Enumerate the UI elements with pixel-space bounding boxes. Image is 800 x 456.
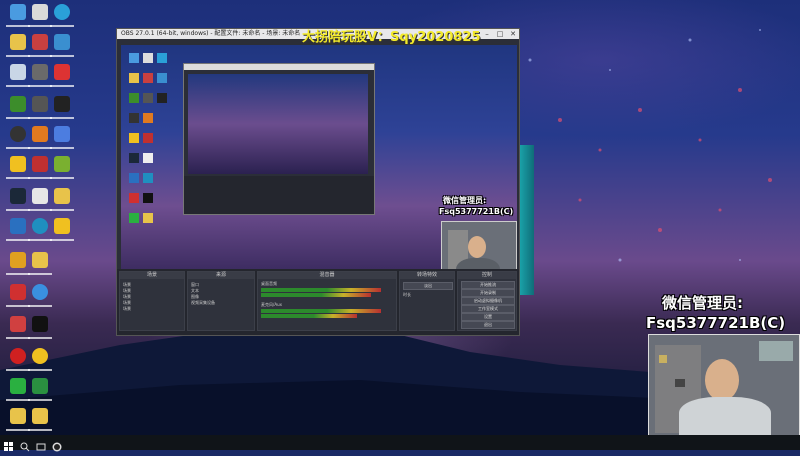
audio-meter-desktop xyxy=(261,288,381,292)
sources-dock-title: 来源 xyxy=(188,272,254,279)
nested-obs-preview xyxy=(183,63,375,215)
preview-wechat-id: Fsq5377721B(C) xyxy=(439,207,514,216)
transitions-dock[interactable]: 转场特效 淡出 时长 xyxy=(399,271,455,331)
preview-wechat-label: 微信管理员: xyxy=(443,196,487,205)
taskbar xyxy=(0,435,800,452)
scenes-dock[interactable]: 场景 场景 场景 场景 场景 场景 xyxy=(119,271,185,331)
minimize-icon[interactable]: – xyxy=(481,29,493,39)
mixer-dock[interactable]: 混音器 桌面音频 麦克风/Aux xyxy=(257,271,397,331)
duration-label: 时长 xyxy=(403,292,411,297)
webcam-overlay xyxy=(648,334,800,438)
task-view-icon[interactable] xyxy=(36,437,46,451)
virtual-camera-button[interactable]: 启动虚拟摄像机 xyxy=(461,297,515,305)
desktop-icon-tiktok[interactable] xyxy=(22,312,58,348)
settings-button[interactable]: 设置 xyxy=(461,313,515,321)
mixer-track-desktop: 桌面音频 xyxy=(261,281,277,286)
transitions-dock-title: 转场特效 xyxy=(400,272,454,279)
desktop-icon-folder3[interactable] xyxy=(22,248,58,284)
streamer-body xyxy=(679,397,771,437)
source-item[interactable]: 视频采集设备 xyxy=(191,300,215,306)
studio-mode-button[interactable]: 工作室模式 xyxy=(461,305,515,313)
windows-start-icon[interactable] xyxy=(4,437,14,451)
obs-docks: 场景 场景 场景 场景 场景 场景 来源 窗口 文本 图像 视频采集设备 混音器… xyxy=(117,269,519,335)
search-icon[interactable] xyxy=(20,437,30,452)
controls-dock[interactable]: 控制 开始推流 开始录制 启动虚拟摄像机 工作室模式 设置 退出 xyxy=(457,271,517,331)
transition-select[interactable]: 淡出 xyxy=(403,282,453,290)
obs-preview[interactable]: 微信管理员: Fsq5377721B(C) xyxy=(121,45,517,293)
scene-item[interactable]: 场景 xyxy=(123,306,131,312)
preview-desktop-icons xyxy=(123,47,171,287)
audio-meter-mic xyxy=(261,309,381,313)
shelf-item xyxy=(675,379,685,387)
maximize-icon[interactable]: □ xyxy=(494,29,506,39)
mixer-track-mic: 麦克风/Aux xyxy=(261,302,282,307)
controls-dock-title: 控制 xyxy=(458,272,516,279)
obs-window[interactable]: OBS 27.0.1 (64-bit, windows) - 配置文件: 未命名… xyxy=(116,28,520,336)
lamp xyxy=(759,341,793,361)
sources-list[interactable]: 窗口 文本 图像 视频采集设备 xyxy=(191,282,215,306)
wechat-label: 微信管理员: xyxy=(662,294,743,312)
wechat-id: Fsq5377721B(C) xyxy=(646,314,786,332)
shelf-item xyxy=(659,355,667,363)
desktop-icon-red-app[interactable] xyxy=(44,60,80,96)
desktop-icon-cloud[interactable] xyxy=(22,280,58,316)
scenes-list[interactable]: 场景 场景 场景 场景 场景 xyxy=(123,282,131,312)
close-icon[interactable]: ✕ xyxy=(507,29,519,39)
start-recording-button[interactable]: 开始录制 xyxy=(461,289,515,297)
obs-title-text: OBS 27.0.1 (64-bit, windows) - 配置文件: 未命名… xyxy=(121,30,301,37)
desktop-icon-y-app[interactable] xyxy=(44,152,80,188)
start-streaming-button[interactable]: 开始推流 xyxy=(461,281,515,289)
obs-icon[interactable] xyxy=(52,437,62,452)
audio-meter-mic-2 xyxy=(261,314,357,318)
streamer-face xyxy=(705,359,739,401)
teal-accent-bar xyxy=(520,145,534,295)
mixer-dock-title: 混音器 xyxy=(258,272,396,279)
desktop-icon-r-app[interactable] xyxy=(44,214,80,250)
audio-meter-desktop-2 xyxy=(261,293,371,297)
sources-dock[interactable]: 来源 窗口 文本 图像 视频采集设备 xyxy=(187,271,255,331)
scenes-dock-title: 场景 xyxy=(120,272,184,279)
exit-button[interactable]: 退出 xyxy=(461,321,515,329)
stream-title-overlay: 大拐陪玩股V：Sqy2020825 xyxy=(302,30,481,45)
